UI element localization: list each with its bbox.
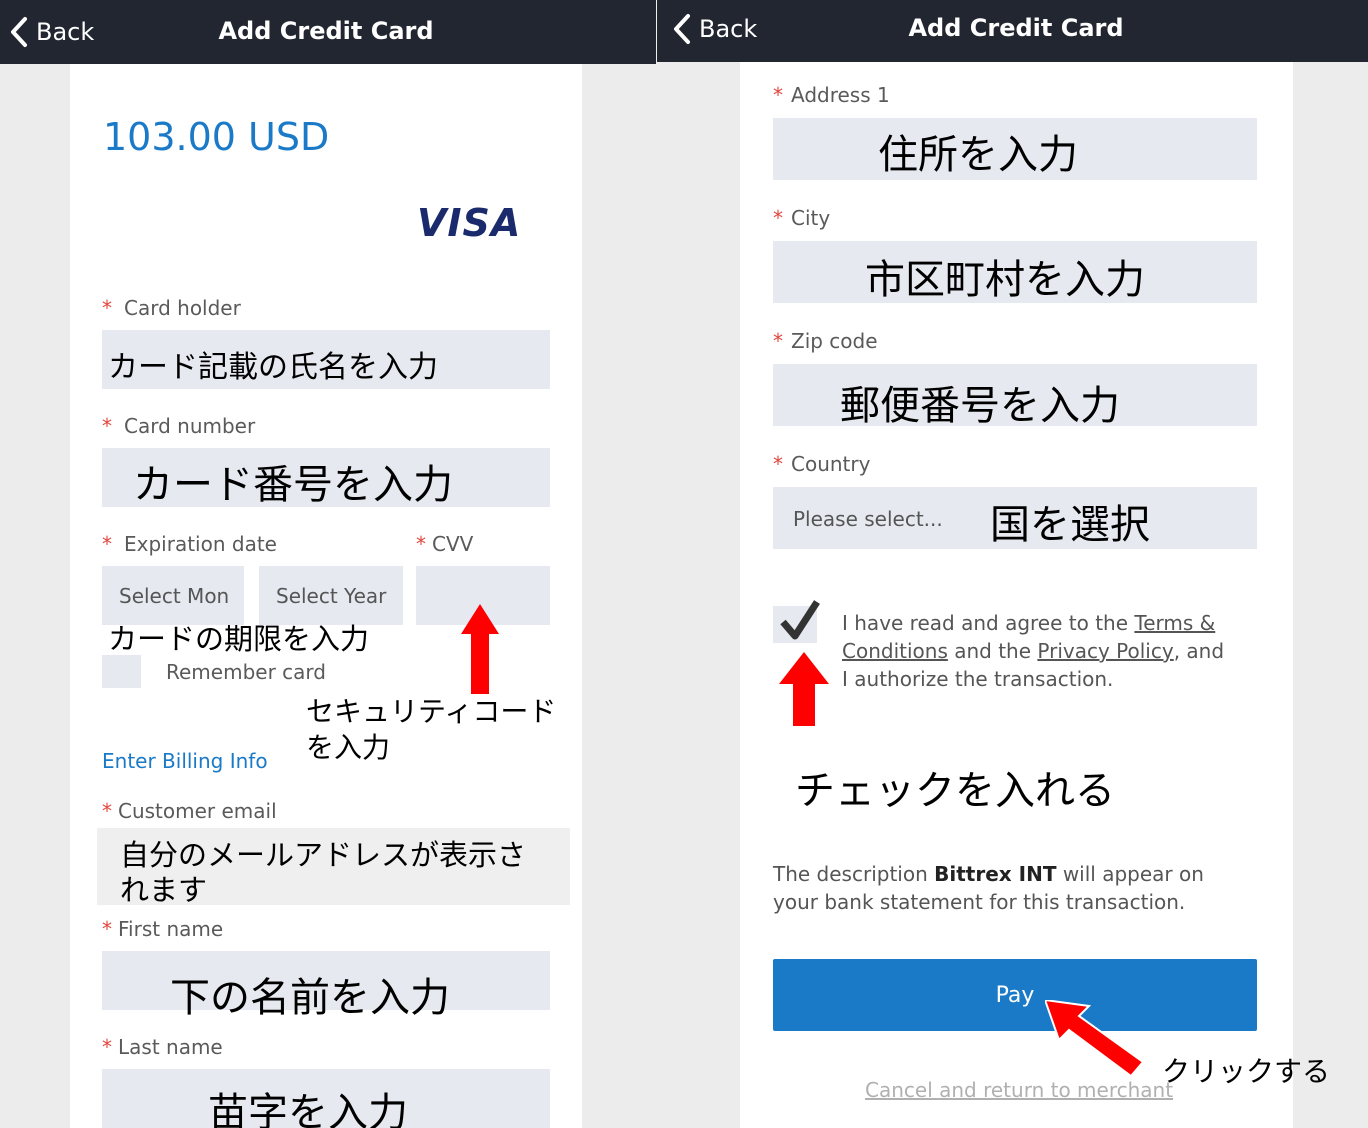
card-number-annotation: カード番号を入力	[133, 462, 453, 508]
expiration-label: * Expiration date	[102, 532, 277, 556]
first-name-label: * First name	[102, 917, 224, 941]
chevron-left-icon	[11, 17, 27, 47]
checkmark-icon	[780, 600, 820, 640]
year-placeholder: Select Year	[276, 584, 387, 608]
right-top-bar: Back Add Credit Card	[657, 0, 1368, 62]
agree-text-3: , and	[1173, 639, 1225, 663]
agree-checkbox[interactable]	[773, 600, 820, 643]
address1-label: * Address 1	[773, 83, 890, 107]
remember-card-checkbox[interactable]	[102, 655, 141, 688]
country-placeholder: Please select...	[793, 507, 943, 531]
customer-email-annotation-line2: れます	[120, 873, 208, 907]
cvv-label: * CVV	[416, 532, 474, 556]
enter-billing-info-link[interactable]: Enter Billing Info	[102, 749, 268, 773]
city-annotation: 市区町村を入力	[865, 257, 1145, 303]
month-placeholder: Select Mon	[119, 584, 230, 608]
page-title: Add Credit Card	[218, 17, 434, 45]
page-title: Add Credit Card	[908, 14, 1124, 42]
customer-email-label: * Customer email	[102, 799, 277, 823]
amount: 103.00 USD	[103, 115, 330, 159]
last-name-annotation: 苗字を入力	[208, 1090, 408, 1128]
cvv-arrow-icon	[461, 604, 499, 694]
description-line2: your bank statement for this transaction…	[773, 890, 1186, 914]
country-label: * Country	[773, 452, 871, 476]
back-label: Back	[699, 15, 758, 43]
first-name-annotation: 下の名前を入力	[170, 975, 450, 1021]
chevron-left-icon	[674, 14, 690, 44]
expiration-annotation: カードの期限を入力	[108, 622, 370, 656]
card-holder-annotation: カード記載の氏名を入力	[108, 350, 438, 385]
address1-annotation: 住所を入力	[878, 132, 1078, 178]
description-suffix: will appear on	[1056, 862, 1204, 886]
zip-label: * Zip code	[773, 329, 878, 353]
left-screen: Back Add Credit Card 103.00 USD VISA * Ca…	[0, 0, 656, 1128]
remember-card-label: Remember card	[166, 660, 326, 684]
city-label: * City	[773, 206, 831, 230]
pay-button[interactable]: Pay	[773, 959, 1257, 1031]
visa-logo: VISA	[417, 201, 522, 245]
agree-text-2: and the	[947, 639, 1038, 663]
back-button[interactable]: Back	[671, 13, 757, 45]
pay-arrow-icon	[1045, 1000, 1145, 1078]
back-button[interactable]: Back	[8, 16, 94, 48]
right-screen: Back Add Credit Card * Address 1 住所を入力 * C…	[657, 0, 1368, 1128]
statement-description: The description Bittrex INT will appear …	[773, 860, 1204, 916]
agree-text-4: I authorize the transaction.	[842, 667, 1114, 691]
pay-label: Pay	[995, 982, 1035, 1008]
country-annotation: 国を選択	[990, 502, 1150, 548]
pay-annotation: クリックする	[1162, 1055, 1331, 1088]
left-top-bar: Back Add Credit Card	[0, 0, 656, 64]
merchant-name: Bittrex INT	[934, 862, 1057, 886]
cvv-annotation-line1: セキュリティコード	[306, 695, 557, 728]
terms-link-part1: Terms &	[1134, 611, 1216, 635]
card-holder-label: * Card holder	[102, 296, 241, 320]
last-name-label: * Last name	[102, 1035, 223, 1059]
agree-text: I have read and agree to the Terms & Cond…	[842, 609, 1262, 693]
privacy-link[interactable]: Privacy Policy	[1037, 639, 1173, 663]
agree-text-1: I have read and agree to the	[842, 611, 1135, 635]
description-prefix: The description	[773, 862, 935, 886]
back-label: Back	[36, 18, 95, 46]
checkbox-arrow-icon	[779, 652, 829, 726]
card-number-label: * Card number	[102, 414, 256, 438]
cvv-annotation-line2: を入力	[306, 731, 391, 764]
agree-annotation: チェックを入れる	[795, 768, 1115, 814]
cancel-link[interactable]: Cancel and return to merchant	[865, 1078, 1173, 1102]
terms-link-part2: Conditions	[842, 639, 948, 663]
zip-annotation: 郵便番号を入力	[840, 383, 1120, 429]
